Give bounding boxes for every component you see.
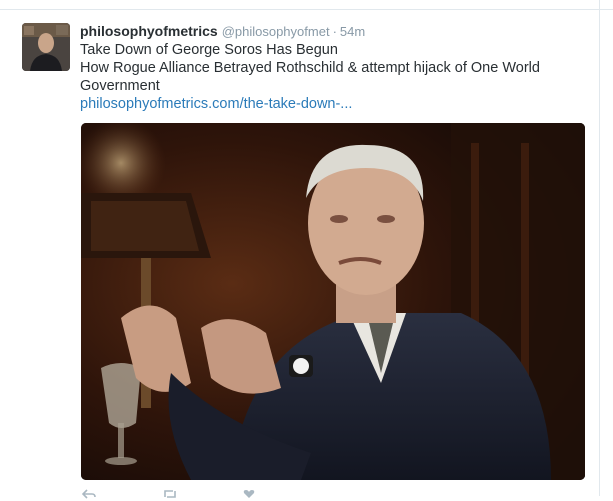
reply-icon[interactable] xyxy=(81,489,96,499)
retweet-icon[interactable] xyxy=(162,489,176,499)
avatar-image xyxy=(22,23,70,71)
tweet-text-line-2: How Rogue Alliance Betrayed Rothschild &… xyxy=(80,60,540,94)
photo-icon[interactable] xyxy=(81,123,585,480)
tweet[interactable]: philosophyofmetrics @philosophyofmet · 54m … xyxy=(0,10,599,499)
separator-dot: · xyxy=(332,24,337,39)
tweet-text: Take Down of George Soros Has Begun How … xyxy=(80,41,560,113)
tweet-header: philosophyofmetrics @philosophyofmet · 54m xyxy=(80,22,365,41)
user-avatar-icon[interactable] xyxy=(22,23,70,71)
media-photo xyxy=(81,123,585,480)
display-name[interactable]: philosophyofmetrics xyxy=(80,23,218,39)
handle[interactable]: @philosophyofmet xyxy=(222,24,330,39)
like-icon[interactable] xyxy=(242,489,256,499)
divider-right xyxy=(599,0,600,496)
tweet-link[interactable]: philosophyofmetrics.com/the-take-down-..… xyxy=(80,95,560,113)
tweet-text-line-1: Take Down of George Soros Has Begun xyxy=(80,42,338,58)
timestamp[interactable]: 54m xyxy=(340,24,365,39)
